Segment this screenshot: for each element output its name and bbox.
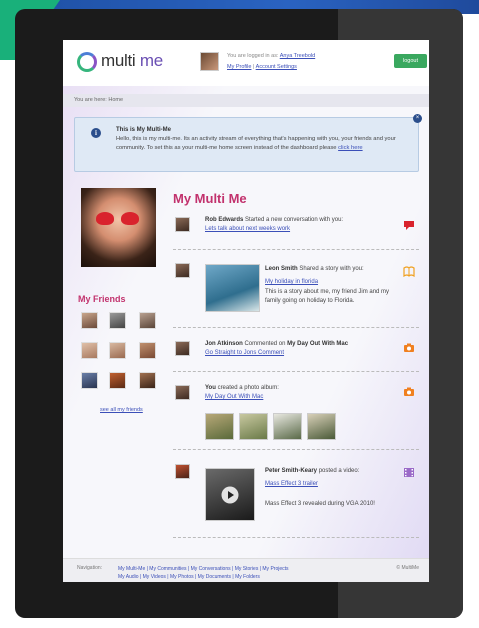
user-name-link[interactable]: Anya Treebold	[280, 53, 315, 59]
feed-item: Jon Atkinson Commented on My Day Out Wit…	[173, 336, 419, 372]
logo-suffix: me	[139, 51, 163, 70]
story-description: This is a story about me, my friend Jim …	[265, 289, 390, 304]
album-photo[interactable]	[307, 413, 336, 440]
click-here-link[interactable]: click here	[338, 145, 362, 151]
logged-in-status: You are logged in as: Anya Treebold	[227, 53, 315, 59]
camera-icon	[404, 343, 414, 352]
info-icon: i	[91, 128, 101, 138]
info-body: Hello, this is my multi-me. Its an activ…	[116, 135, 416, 152]
site-footer: Navigation: My Multi-Me | My Communities…	[63, 558, 429, 582]
friend-avatar[interactable]	[109, 372, 126, 389]
footer-links-row-2[interactable]: My Audio | My Videos | My Photos | My Do…	[118, 573, 368, 581]
breadcrumb: You are here: Home	[63, 94, 429, 107]
feed-action: posted a video:	[318, 468, 360, 474]
actor-avatar[interactable]	[175, 217, 190, 232]
feed-action: created a photo album:	[217, 385, 279, 391]
actor-name: Rob Edwards	[205, 217, 244, 223]
info-title: This is My Multi-Me	[116, 127, 172, 133]
friend-avatar[interactable]	[139, 372, 156, 389]
friend-avatar[interactable]	[81, 342, 98, 359]
footer-nav-label: Navigation:	[77, 565, 103, 571]
copyright: © MultiMe	[396, 565, 419, 571]
footer-nav-links: My Multi-Me | My Communities | My Conver…	[118, 565, 368, 581]
feed-text: Leon Smith Shared a story with you:	[265, 266, 364, 272]
my-profile-link[interactable]: My Profile	[227, 64, 251, 70]
play-icon[interactable]	[221, 486, 239, 504]
speech-bubble-icon	[404, 221, 414, 230]
profile-photo[interactable]	[81, 188, 156, 267]
see-all-friends-link[interactable]: see all my friends	[100, 407, 143, 413]
account-settings-link[interactable]: Account Settings	[256, 64, 297, 70]
friend-avatar[interactable]	[139, 312, 156, 329]
friend-avatar[interactable]	[139, 342, 156, 359]
story-thumbnail[interactable]	[205, 264, 260, 312]
feed-item: You created a photo album: My Day Out Wi…	[173, 380, 419, 450]
close-icon[interactable]: ×	[413, 114, 422, 123]
actor-avatar[interactable]	[175, 385, 190, 400]
conversation-link[interactable]: Lets talk about next weeks work	[205, 226, 290, 232]
profile-links: My Profile | Account Settings	[227, 64, 297, 70]
film-icon	[404, 468, 414, 477]
feed-action: Started a new conversation with you:	[245, 217, 344, 223]
friend-avatar[interactable]	[81, 372, 98, 389]
feed-text: You created a photo album:	[205, 385, 279, 391]
comment-link[interactable]: Go Straight to Jons Comment	[205, 350, 284, 356]
logged-in-label: You are logged in as:	[227, 53, 279, 59]
album-photo[interactable]	[273, 413, 302, 440]
video-link[interactable]: Mass Effect 3 trailer	[265, 481, 318, 487]
feed-text: Rob Edwards Started a new conversation w…	[205, 217, 343, 223]
album-link[interactable]: My Day Out With Mac	[205, 394, 263, 400]
link-separator: |	[252, 64, 255, 70]
friends-title: My Friends	[78, 294, 126, 304]
multime-logo[interactable]: multi me	[101, 51, 163, 71]
actor-avatar[interactable]	[175, 263, 190, 278]
logout-button[interactable]: logout	[394, 54, 427, 68]
feed-item: Peter Smith-Keary posted a video: Mass E…	[173, 458, 419, 538]
actor-name: Jon Atkinson	[205, 341, 243, 347]
feed-item: Leon Smith Shared a story with you: My h…	[173, 258, 419, 328]
site-header: multi me You are logged in as: Anya Tree…	[63, 40, 429, 86]
actor-avatar[interactable]	[175, 464, 190, 479]
friend-avatar[interactable]	[109, 342, 126, 359]
feed-text: Peter Smith-Keary posted a video:	[265, 468, 359, 474]
video-description: Mass Effect 3 revealed during VGA 2010!	[265, 501, 375, 507]
camera-icon	[404, 387, 414, 396]
video-thumbnail[interactable]	[205, 468, 255, 521]
logo-prefix: multi	[101, 51, 136, 70]
feed-text: Jon Atkinson Commented on My Day Out Wit…	[205, 341, 348, 347]
book-icon	[403, 266, 415, 277]
album-photo[interactable]	[239, 413, 268, 440]
feed-target: My Day Out With Mac	[287, 341, 349, 347]
tablet-screen: multi me You are logged in as: Anya Tree…	[63, 40, 429, 582]
info-box: i × This is My Multi-Me Hello, this is m…	[74, 114, 422, 172]
feed-item: Rob Edwards Started a new conversation w…	[173, 212, 419, 250]
album-photo[interactable]	[205, 413, 234, 440]
actor-name: You	[205, 385, 216, 391]
actor-avatar[interactable]	[175, 341, 190, 356]
multime-logo-icon[interactable]	[77, 52, 97, 72]
feed-action: Commented on	[244, 341, 286, 347]
friend-avatar[interactable]	[81, 312, 98, 329]
story-link[interactable]: My holiday in florida	[265, 279, 318, 285]
feed-action: Shared a story with you:	[299, 266, 364, 272]
actor-name: Peter Smith-Keary	[265, 468, 318, 474]
actor-name: Leon Smith	[265, 266, 298, 272]
footer-links-row-1[interactable]: My Multi-Me | My Communities | My Conver…	[118, 565, 368, 573]
page-title: My Multi Me	[173, 191, 247, 206]
user-avatar[interactable]	[200, 52, 219, 71]
friend-avatar[interactable]	[109, 312, 126, 329]
